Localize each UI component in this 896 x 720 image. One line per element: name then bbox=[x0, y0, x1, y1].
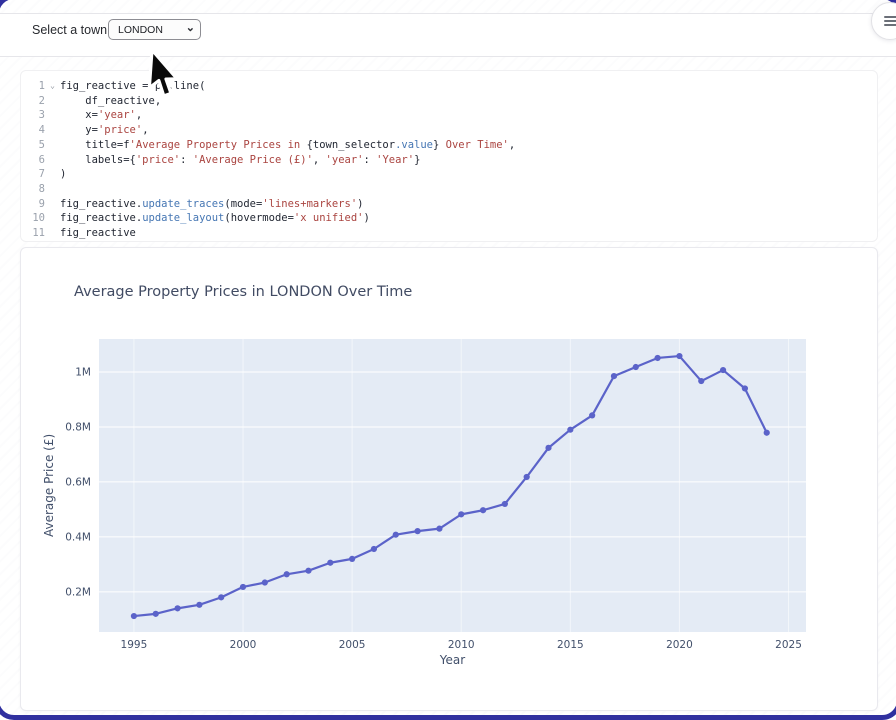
svg-text:2005: 2005 bbox=[339, 639, 366, 651]
code-text: labels={'price': 'Average Price (£)', 'y… bbox=[60, 153, 877, 168]
line-number: 9 bbox=[21, 197, 45, 212]
town-select-wrap: LONDON ⌄ bbox=[108, 19, 201, 40]
svg-text:2010: 2010 bbox=[448, 639, 475, 651]
code-line: 2 df_reactive, bbox=[21, 94, 877, 109]
line-number: 6 bbox=[21, 153, 45, 168]
code-line: 8 bbox=[21, 182, 877, 197]
code-line: 5 title=f'Average Property Prices in {to… bbox=[21, 138, 877, 153]
fold-spacer bbox=[45, 226, 60, 241]
svg-text:2025: 2025 bbox=[775, 639, 802, 651]
svg-text:1995: 1995 bbox=[121, 639, 148, 651]
line-number: 2 bbox=[21, 94, 45, 109]
line-number: 7 bbox=[21, 167, 45, 182]
svg-text:0.4M: 0.4M bbox=[65, 531, 91, 543]
line-number: 3 bbox=[21, 108, 45, 123]
fold-spacer bbox=[45, 153, 60, 168]
town-select[interactable]: LONDON bbox=[108, 19, 201, 40]
code-line: 1⌄fig_reactive = px.line( bbox=[21, 79, 877, 94]
code-line: 7) bbox=[21, 167, 877, 182]
code-line: 10 fig_reactive.update_layout(hovermode='… bbox=[21, 211, 877, 226]
line-number: 10 bbox=[21, 211, 45, 226]
code-text: fig_reactive bbox=[60, 226, 877, 241]
code-text bbox=[60, 182, 877, 197]
fold-spacer bbox=[45, 211, 60, 226]
fold-spacer bbox=[45, 108, 60, 123]
line-number: 4 bbox=[21, 123, 45, 138]
code-text: y='price', bbox=[60, 123, 877, 138]
code-text: ) bbox=[60, 167, 877, 182]
code-line: 3 x='year', bbox=[21, 108, 877, 123]
code-text: fig_reactive.update_traces(mode='lines+m… bbox=[60, 197, 877, 212]
svg-text:0.6M: 0.6M bbox=[65, 476, 91, 488]
code-line: 4 y='price', bbox=[21, 123, 877, 138]
hamburger-icon bbox=[884, 14, 896, 28]
town-selector-row: Select a town: LONDON ⌄ bbox=[0, 14, 896, 56]
code-line: 6 labels={'price': 'Average Price (£)', … bbox=[21, 153, 877, 168]
line-number: 11 bbox=[21, 226, 45, 241]
svg-text:2015: 2015 bbox=[557, 639, 584, 651]
svg-text:1M: 1M bbox=[75, 366, 91, 378]
chart-card: Average Property Prices in LONDON Over T… bbox=[20, 247, 878, 711]
line-number: 5 bbox=[21, 138, 45, 153]
y-axis-title: Average Price (£) bbox=[42, 339, 60, 632]
svg-text:0.8M: 0.8M bbox=[65, 421, 91, 433]
x-axis-title: Year bbox=[99, 653, 806, 667]
fold-chevron-icon[interactable]: ⌄ bbox=[45, 79, 60, 94]
code-text: fig_reactive = px.line( bbox=[60, 79, 877, 94]
code-text: x='year', bbox=[60, 108, 877, 123]
fold-spacer bbox=[45, 94, 60, 109]
line-number: 1 bbox=[21, 79, 45, 94]
svg-text:2020: 2020 bbox=[666, 639, 693, 651]
select-town-label: Select a town: bbox=[32, 23, 111, 37]
fold-spacer bbox=[45, 123, 60, 138]
fold-spacer bbox=[45, 138, 60, 153]
chart-svg[interactable]: 1995 2000 2005 2010 2015 2020 2025 0.2M 0.4M 0.6M… bbox=[21, 248, 877, 710]
fold-spacer bbox=[45, 167, 60, 182]
fold-spacer bbox=[45, 182, 60, 197]
fold-spacer bbox=[45, 197, 60, 212]
line-number: 8 bbox=[21, 182, 45, 197]
code-text: fig_reactive.update_layout(hovermode='x … bbox=[60, 211, 877, 226]
code-text: title=f'Average Property Prices in {town… bbox=[60, 138, 877, 153]
code-text: df_reactive, bbox=[60, 94, 877, 109]
code-line: 11 fig_reactive bbox=[21, 226, 877, 241]
svg-text:0.2M: 0.2M bbox=[65, 586, 91, 598]
code-editor[interactable]: 1⌄fig_reactive = px.line(2 df_reactive,3… bbox=[20, 70, 878, 242]
select-row-divider bbox=[0, 56, 896, 57]
svg-text:2000: 2000 bbox=[230, 639, 257, 651]
code-line: 9 fig_reactive.update_traces(mode='lines+… bbox=[21, 197, 877, 212]
